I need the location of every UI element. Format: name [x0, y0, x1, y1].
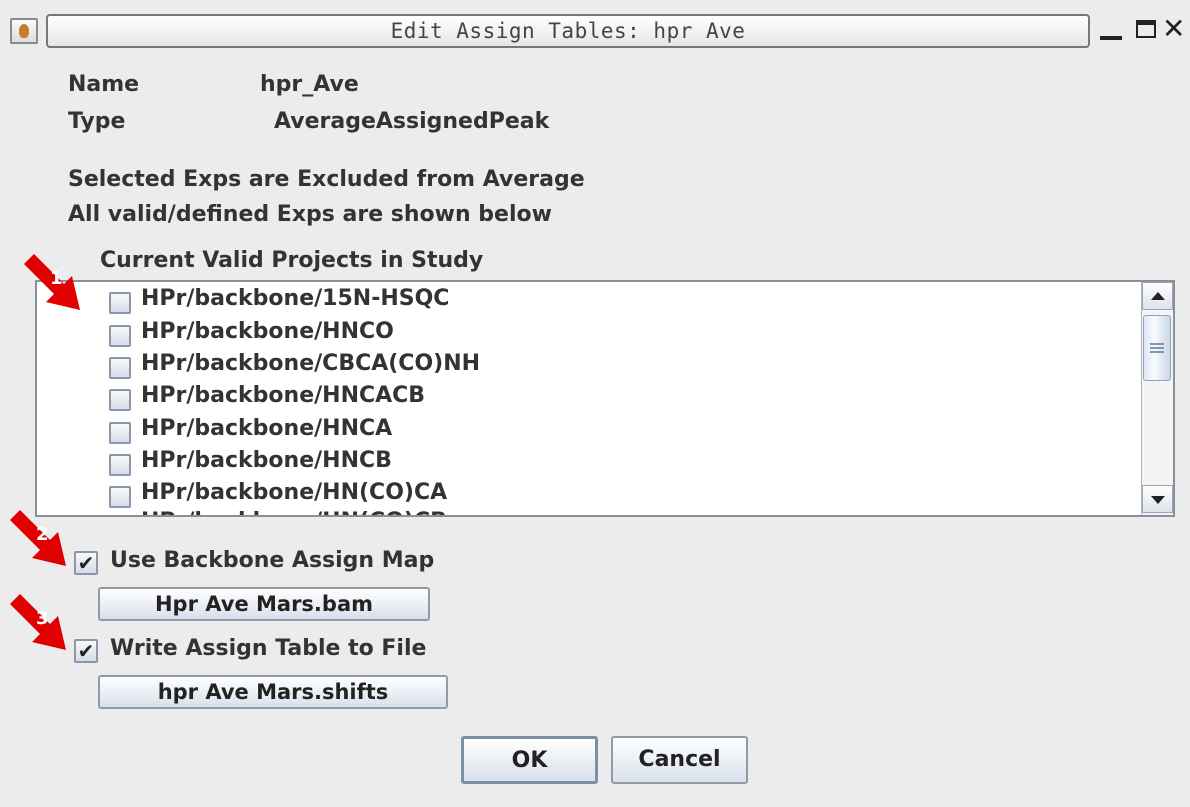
minimize-icon[interactable]	[1098, 14, 1126, 44]
java-app-icon	[10, 18, 38, 44]
projects-list-label: Current Valid Projects in Study	[100, 248, 484, 273]
project-name: HPr/backbone/HNCB	[141, 448, 392, 473]
write-assign-table-checkbox[interactable]: ✔	[74, 639, 98, 663]
annotation-number-1: 1	[50, 268, 63, 289]
title-field: Edit Assign Tables: hpr Ave	[46, 14, 1090, 48]
annotation-arrow-2: 2	[10, 510, 66, 566]
projects-list[interactable]: HPr/backbone/15N-HSQC HPr/backbone/HNCO …	[35, 280, 1175, 517]
scroll-thumb[interactable]	[1143, 315, 1171, 381]
valid-exps-note: All valid/defined Exps are shown below	[68, 202, 552, 227]
maximize-icon[interactable]	[1134, 14, 1162, 44]
type-value: AverageAssignedPeak	[274, 109, 550, 134]
annotation-arrow-3: 3	[10, 594, 66, 650]
projects-scrollbar[interactable]	[1141, 282, 1173, 515]
project-checkbox[interactable]	[109, 292, 131, 314]
annotation-number-3: 3	[36, 608, 49, 629]
project-name: HPr/backbone/HNCACB	[141, 383, 426, 408]
project-checkbox[interactable]	[109, 389, 131, 411]
project-checkbox[interactable]	[109, 325, 131, 347]
annotation-arrow-1: 1	[24, 254, 80, 310]
backbone-map-file-button[interactable]: Hpr Ave Mars.bam	[98, 587, 430, 621]
type-label: Type	[68, 109, 126, 134]
name-value: hpr_Ave	[260, 72, 359, 97]
exclusion-note: Selected Exps are Excluded from Average	[68, 167, 585, 192]
project-name: HPr/backbone/HN(CO)CA	[141, 480, 448, 505]
edit-assign-tables-dialog: Edit Assign Tables: hpr Ave ✕ Name hpr_A…	[0, 0, 1190, 807]
ok-button[interactable]: OK	[461, 736, 598, 784]
cancel-button[interactable]: Cancel	[611, 736, 748, 784]
assign-table-file-button[interactable]: hpr Ave Mars.shifts	[98, 675, 448, 709]
project-name: HPr/backbone/HNCA	[141, 416, 393, 441]
project-name: HPr/backbone/15N-HSQC	[141, 286, 450, 311]
annotation-number-2: 2	[36, 524, 49, 545]
write-assign-table-label: Write Assign Table to File	[110, 636, 427, 661]
use-backbone-map-checkbox[interactable]: ✔	[74, 551, 98, 575]
project-name: HPr/backbone/CBCA(CO)NH	[141, 351, 481, 376]
close-icon[interactable]: ✕	[1162, 14, 1190, 44]
use-backbone-map-label: Use Backbone Assign Map	[110, 548, 435, 573]
scroll-down-icon[interactable]	[1142, 485, 1173, 513]
project-name: HPr/backbone/HNCO	[141, 319, 394, 344]
window-title: Edit Assign Tables: hpr Ave	[390, 19, 746, 43]
name-label: Name	[68, 72, 140, 97]
scroll-up-icon[interactable]	[1142, 282, 1173, 310]
project-name: HPr/backbone/HN(CO)CB	[141, 509, 447, 515]
project-checkbox[interactable]	[109, 486, 131, 508]
project-checkbox[interactable]	[109, 422, 131, 444]
title-bar[interactable]: Edit Assign Tables: hpr Ave ✕	[0, 0, 1190, 62]
project-checkbox[interactable]	[109, 357, 131, 379]
project-checkbox[interactable]	[109, 454, 131, 476]
project-checkbox[interactable]	[109, 515, 131, 517]
